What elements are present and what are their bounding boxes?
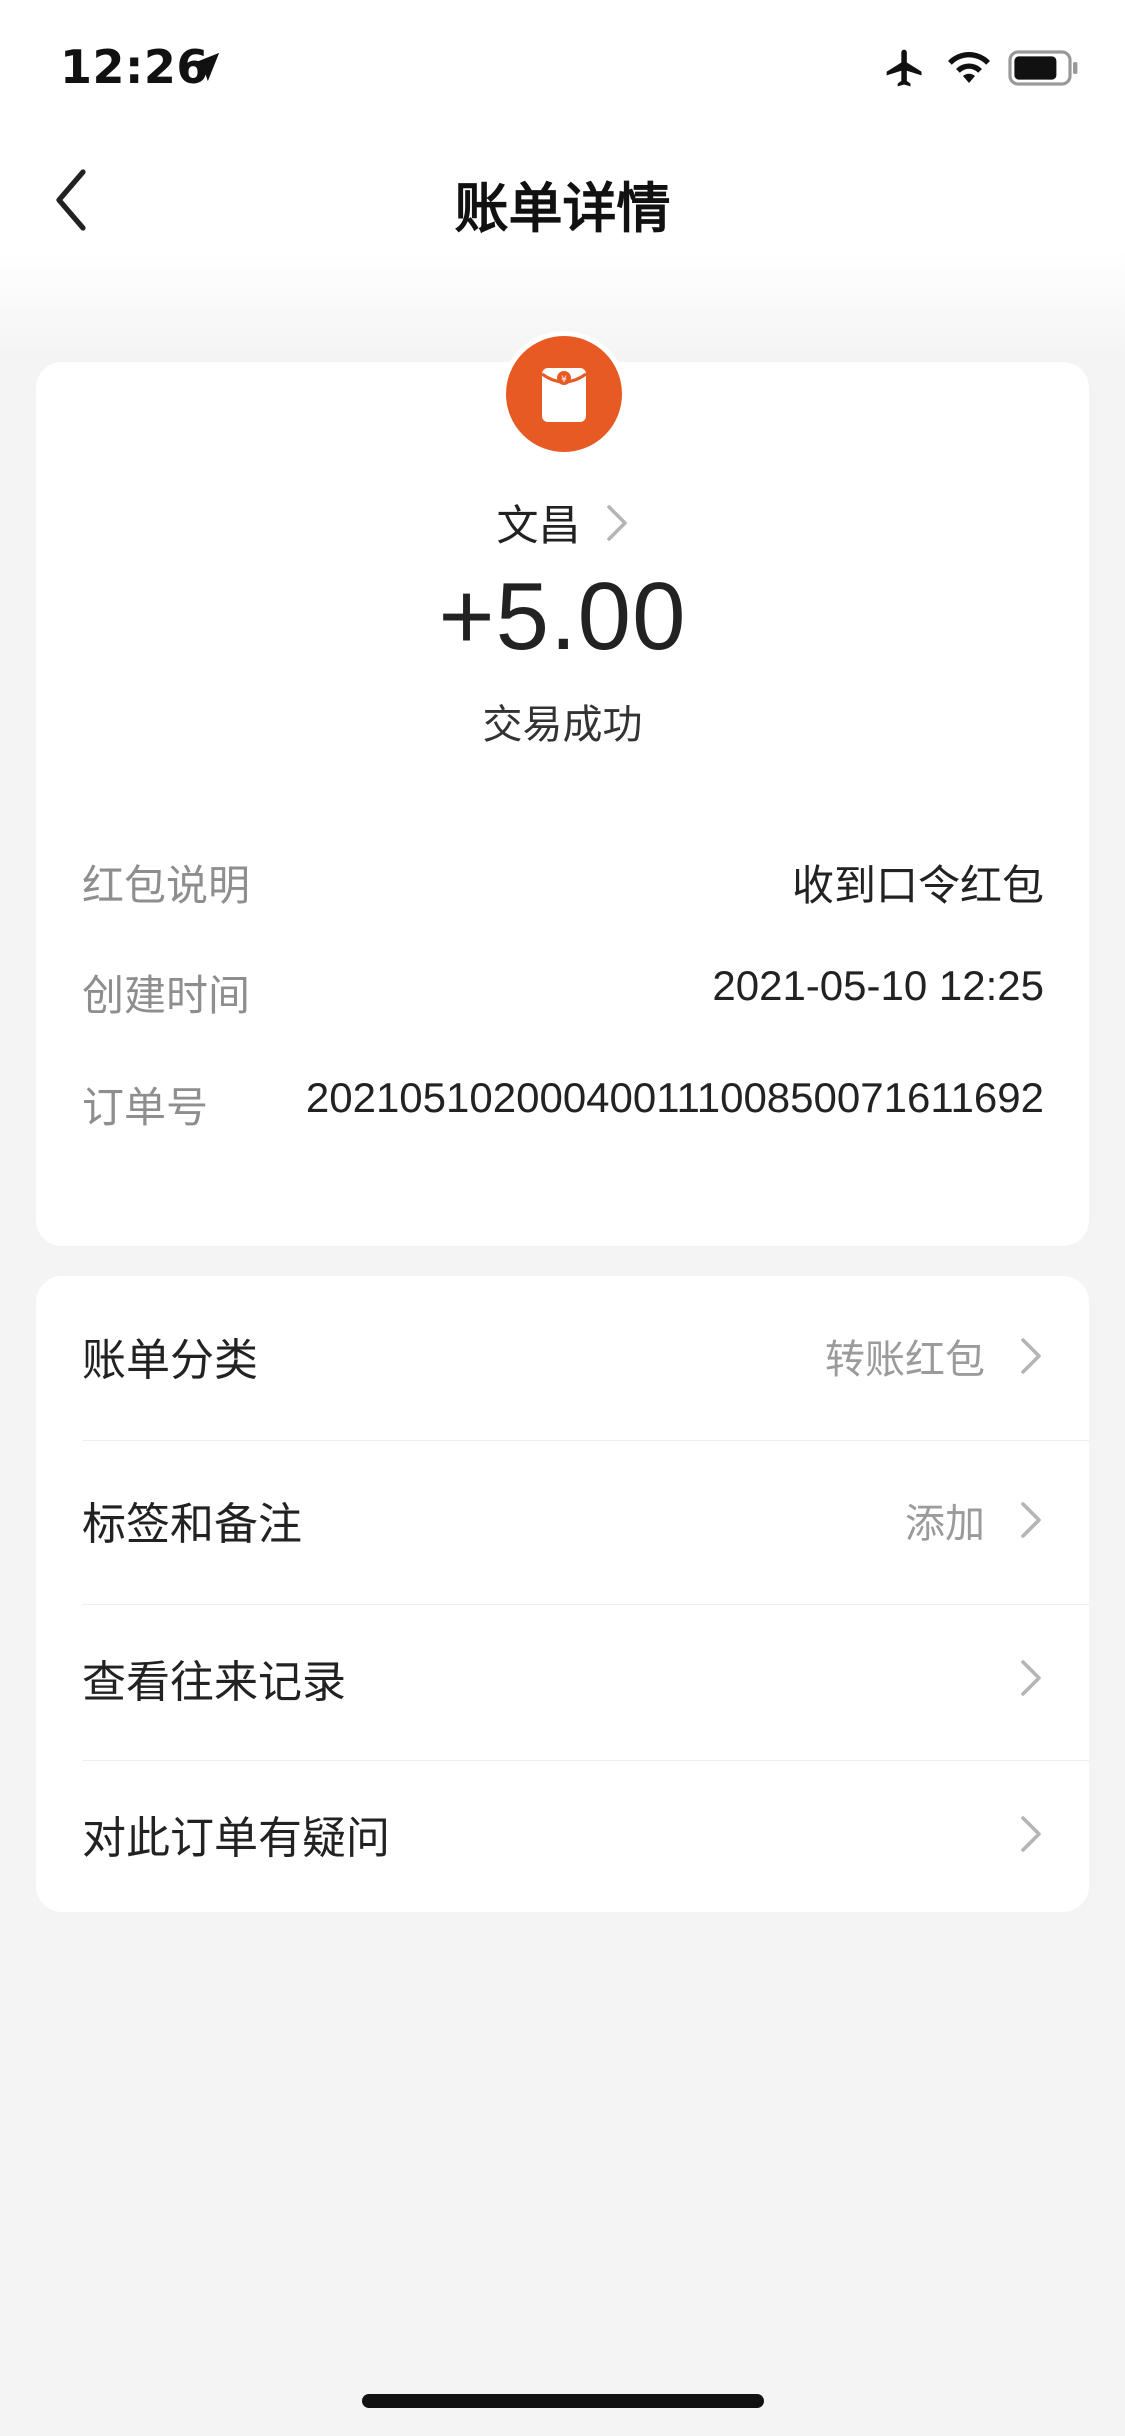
airplane-icon — [886, 49, 922, 87]
bill-detail-page: 12:26 账单详情 ¥ 文昌 +5.00 交易成功 红包说明 收到口令红包 创… — [0, 0, 1125, 2436]
menu-label: 账单分类 — [82, 1335, 258, 1386]
detail-row-order-number: 订单号 20210510200040011100850071611692 — [82, 1074, 1044, 1135]
chevron-right-icon — [1021, 1338, 1041, 1374]
chevron-right-icon — [606, 504, 627, 541]
detail-label: 红包说明 — [82, 861, 251, 910]
menu-right — [1019, 1657, 1043, 1699]
detail-value: 收到口令红包 — [791, 862, 1044, 909]
menu-item-bill-category[interactable]: 账单分类 转账红包 — [36, 1276, 1089, 1436]
page-title: 账单详情 — [454, 177, 671, 240]
menu-value: 转账红包 — [825, 1337, 985, 1383]
menu-label: 查看往来记录 — [82, 1657, 346, 1708]
order-number-value: 20210510200040011100850071611692 — [305, 1074, 1044, 1121]
navigation-bar: 账单详情 — [0, 140, 1125, 260]
menu-label: 标签和备注 — [82, 1499, 302, 1550]
menu-right — [1019, 1813, 1043, 1855]
transaction-amount: +5.00 — [438, 563, 687, 670]
transaction-summary-card: ¥ 文昌 +5.00 交易成功 红包说明 收到口令红包 创建时间 2021-05… — [36, 332, 1089, 1246]
menu-label: 对此订单有疑问 — [82, 1813, 390, 1864]
red-envelope-avatar: ¥ — [502, 332, 626, 456]
status-time: 12:26 — [60, 40, 209, 94]
svg-text:¥: ¥ — [561, 375, 567, 385]
detail-label: 创建时间 — [82, 971, 251, 1020]
detail-row-description: 红包说明 收到口令红包 — [82, 852, 1044, 913]
menu-right: 添加 — [905, 1491, 1043, 1549]
detail-value: 2021-05-10 12:25 — [712, 962, 1044, 1009]
red-envelope-icon: ¥ — [541, 368, 587, 422]
menu-item-tags-and-notes[interactable]: 标签和备注 添加 — [36, 1440, 1089, 1600]
transaction-status: 交易成功 — [482, 702, 643, 748]
chevron-right-icon — [1021, 1660, 1041, 1696]
menu-item-order-question[interactable]: 对此订单有疑问 — [36, 1754, 1089, 1914]
payer-row[interactable]: 文昌 — [36, 492, 1089, 553]
detail-label: 订单号 — [82, 1083, 209, 1132]
chevron-right-icon — [1021, 1816, 1041, 1852]
location-arrow-icon — [190, 52, 220, 82]
chevron-right-icon — [1021, 1502, 1041, 1538]
payer-name: 文昌 — [496, 501, 581, 550]
bill-actions-card: 账单分类 转账红包 标签和备注 添加 查看往来记录 对此订单有疑问 — [36, 1276, 1089, 1912]
menu-value: 添加 — [905, 1501, 985, 1547]
status-bar: 12:26 — [0, 0, 1125, 140]
menu-right: 转账红包 — [825, 1327, 1043, 1385]
home-indicator[interactable] — [362, 2394, 764, 2408]
detail-row-created-time: 创建时间 2021-05-10 12:25 — [82, 962, 1044, 1023]
battery-icon — [1008, 50, 1078, 86]
wifi-icon — [948, 52, 990, 83]
menu-item-view-history[interactable]: 查看往来记录 — [36, 1598, 1089, 1758]
